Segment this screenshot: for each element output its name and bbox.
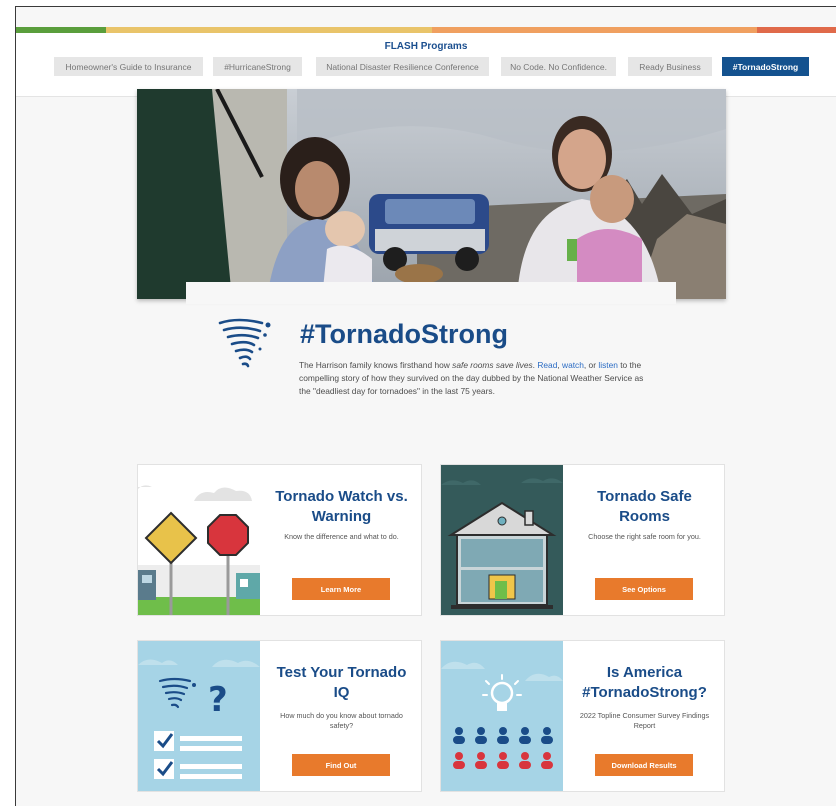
card-title: Tornado Safe Rooms [597,488,692,525]
page-frame: FLASH Programs Homeowner's Guide to Insu… [15,6,836,806]
color-bar-green [16,27,106,33]
hero-image [137,89,726,299]
lightbulb-people-icon [441,641,563,791]
intro-text: , or [583,360,599,370]
card-watch-vs-warning: Tornado Watch vs. Warning Know the diffe… [137,464,422,616]
read-link[interactable]: Read [537,360,557,370]
card-description: 2022 Topline Consumer Survey Findings Re… [579,711,710,730]
learn-more-button[interactable]: Learn More [292,578,390,600]
house-cutaway-icon [441,465,563,615]
family-photo [137,89,726,299]
quiz-checklist-icon: ? [138,641,260,791]
hero-tab-overlay [186,282,676,304]
listen-link[interactable]: listen [598,360,618,370]
nav-hurricane-strong[interactable]: #HurricaneStrong [213,57,302,76]
programs-header: FLASH Programs Homeowner's Guide to Insu… [16,33,836,97]
color-bar-red [757,27,836,33]
programs-nav: Homeowner's Guide to Insurance #Hurrican… [16,57,836,77]
card-description: Know the difference and what to do. [284,532,399,541]
brand-color-bar [16,27,836,33]
nav-tornado-strong[interactable]: #TornadoStrong [722,57,809,76]
tornado-icon [218,318,271,368]
card-title: Is America #TornadoStrong? [582,664,707,701]
card-title: Test Your Tornado IQ [276,664,407,701]
download-results-button[interactable]: Download Results [595,754,693,776]
intro-text: The Harrison family knows firsthand how [299,360,453,370]
card-description: Choose the right safe room for you. [588,532,701,541]
nav-no-code[interactable]: No Code. No Confidence. [501,57,616,76]
see-options-button[interactable]: See Options [595,578,693,600]
road-signs-icon [138,465,260,615]
svg-text:?: ? [208,680,228,720]
intro-emphasis: safe rooms save lives [452,360,533,370]
programs-title: FLASH Programs [384,41,468,52]
find-out-button[interactable]: Find Out [292,754,390,776]
page-title: #TornadoStrong [300,319,508,349]
color-bar-orange [431,27,758,33]
watch-link[interactable]: watch [562,360,584,370]
card-body: Tornado Watch vs. Warning Know the diffe… [260,465,421,615]
card-body: Is America #TornadoStrong? 2022 Topline … [563,641,724,791]
card-safe-rooms: Tornado Safe Rooms Choose the right safe… [440,464,725,616]
card-body: Test Your Tornado IQ How much do you kno… [260,641,421,791]
card-tornado-iq: ? Test Your Tornado IQ How much do you k… [137,640,422,792]
card-is-america-strong: Is America #TornadoStrong? 2022 Topline … [440,640,725,792]
intro-paragraph: The Harrison family knows firsthand how … [299,359,644,398]
card-description: How much do you know about tornado safet… [280,711,403,730]
card-title: Tornado Watch vs. Warning [275,488,408,525]
nav-homeowners-guide[interactable]: Homeowner's Guide to Insurance [54,57,203,76]
card-body: Tornado Safe Rooms Choose the right safe… [563,465,724,615]
nav-resilience-conference[interactable]: National Disaster Resilience Conference [316,57,489,76]
nav-ready-business[interactable]: Ready Business [628,57,712,76]
color-bar-yellow [105,27,432,33]
